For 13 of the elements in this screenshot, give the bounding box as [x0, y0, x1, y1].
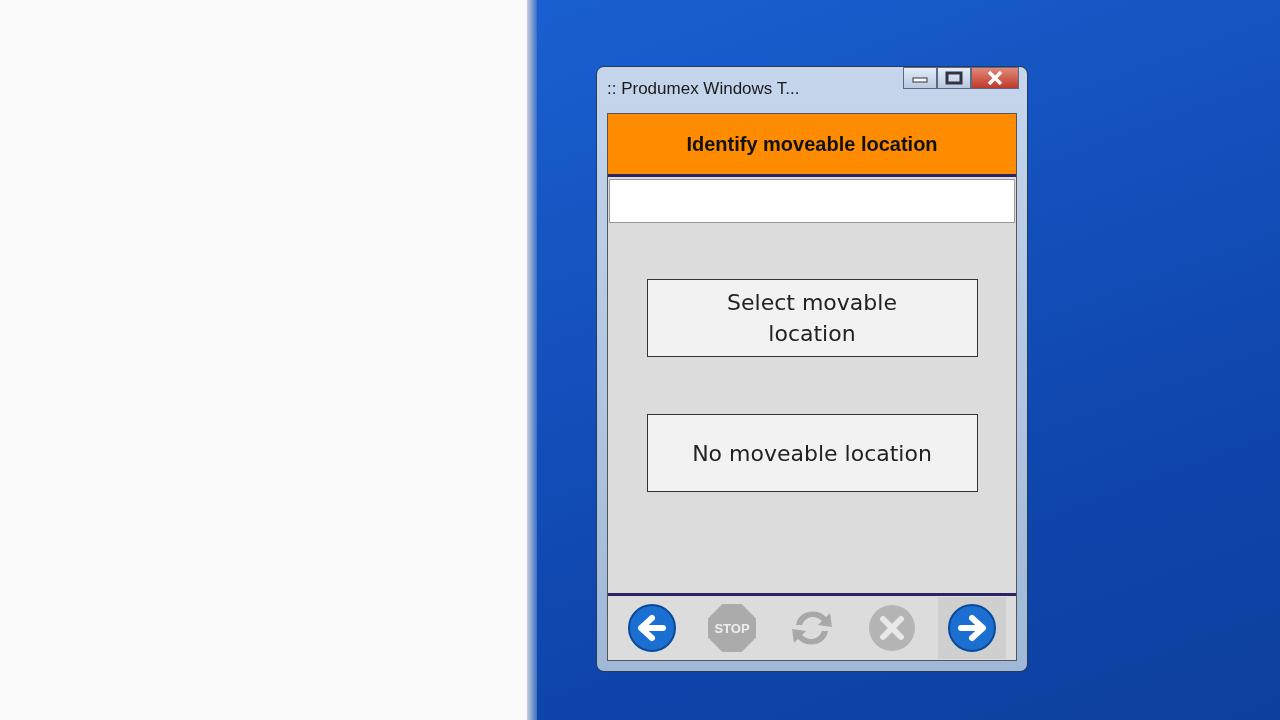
option-button[interactable]: Select movable location — [646, 279, 978, 357]
input-field[interactable] — [609, 179, 1015, 223]
close-button[interactable] — [971, 67, 1019, 89]
cancel-icon — [867, 603, 917, 653]
stop-sign: STOP — [708, 604, 756, 652]
close-icon — [985, 71, 1005, 85]
maximize-button[interactable] — [937, 67, 971, 89]
minimize-button[interactable] — [903, 67, 937, 89]
option-button[interactable]: No moveable location — [646, 414, 978, 492]
window-title: :: Produmex Windows T... — [607, 79, 800, 99]
maximize-icon — [944, 71, 964, 85]
toolbar-button[interactable] — [938, 597, 1006, 659]
header-title: Identify moveable location — [686, 132, 938, 156]
